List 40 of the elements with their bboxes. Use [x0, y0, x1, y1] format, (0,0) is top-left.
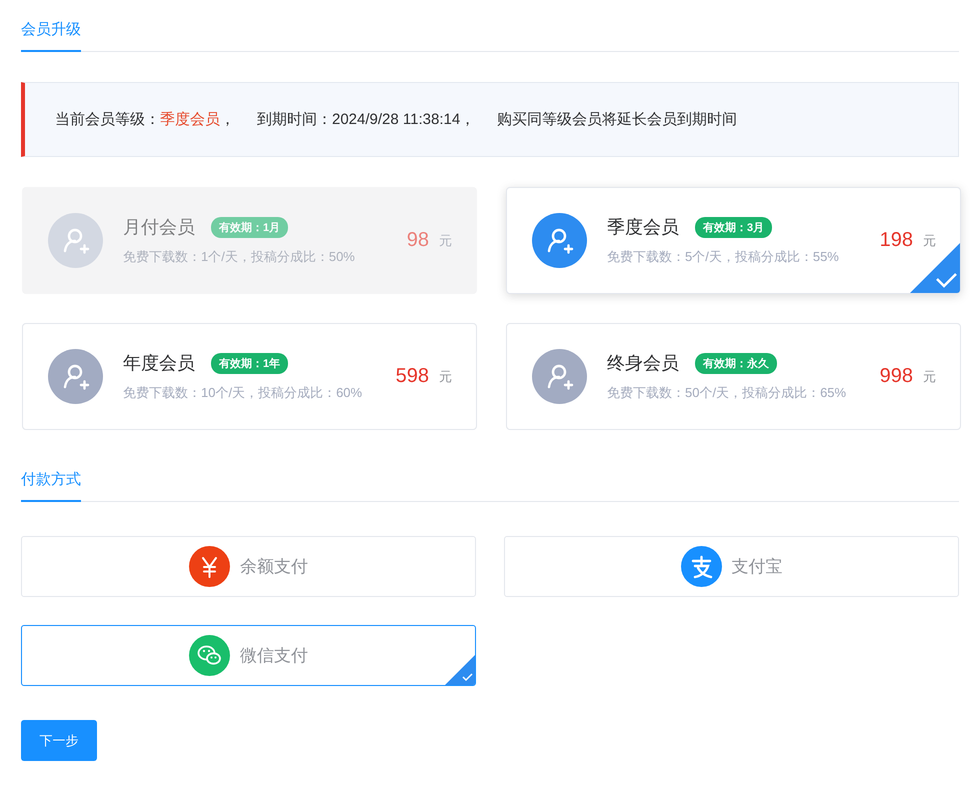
payment-option[interactable]: 微信支付 [21, 625, 476, 686]
tab[interactable]: 会员升级 [21, 14, 81, 52]
current-level-text: 当前会员等级：季度会员， [55, 110, 235, 129]
plan-benefits: 免费下载数：5个/天，投稿分成比：55% [607, 248, 840, 266]
plan-name: 月付会员 [123, 216, 195, 239]
notice-text: 购买同等级会员将延长会员到期时间 [497, 110, 738, 129]
plan-name: 年度会员 [123, 352, 195, 375]
user-add-icon [48, 349, 103, 404]
check-icon [445, 655, 475, 685]
user-add-icon [532, 213, 587, 268]
yen-icon [189, 546, 230, 587]
plan-card[interactable]: 终身会员 有效期：永久 免费下载数：50个/天，投稿分成比：65% 998 元 [506, 323, 961, 430]
plan-price: 98 [406, 229, 429, 252]
user-add-icon [48, 213, 103, 268]
plan-card[interactable]: 年度会员 有效期：1年 免费下载数：10个/天，投稿分成比：60% 598 元 [22, 323, 477, 430]
plan-price: 998 [880, 365, 913, 388]
plan-benefits: 免费下载数：1个/天，投稿分成比：50% [123, 248, 356, 266]
wechat-icon [189, 635, 230, 676]
payment-option[interactable]: 余额支付 [21, 536, 476, 597]
price-unit: 元 [923, 368, 936, 386]
payment-option[interactable]: 支付宝 [504, 536, 959, 597]
alipay-icon [680, 546, 722, 587]
plan-price: 598 [396, 365, 429, 388]
plan-name: 季度会员 [607, 216, 679, 239]
plan-price: 198 [880, 229, 913, 252]
tab[interactable]: 付款方式 [21, 464, 81, 502]
validity-badge: 有效期：1年 [211, 352, 288, 374]
validity-badge: 有效期：永久 [695, 352, 777, 374]
expiry-text: 到期时间：2024/9/28 11:38:14， [257, 110, 476, 129]
price-unit: 元 [439, 232, 452, 250]
user-add-icon [532, 349, 587, 404]
price-unit: 元 [923, 232, 936, 250]
plan-benefits: 免费下载数：10个/天，投稿分成比：60% [123, 384, 364, 402]
next-button[interactable]: 下一步 [21, 720, 97, 761]
plan-name: 终身会员 [607, 352, 679, 375]
validity-badge: 有效期：3月 [695, 216, 772, 238]
plan-card[interactable]: 季度会员 有效期：3月 免费下载数：5个/天，投稿分成比：55% 198 元 [506, 187, 961, 294]
validity-badge: 有效期：1月 [211, 216, 288, 238]
price-unit: 元 [439, 368, 452, 386]
plan-benefits: 免费下载数：50个/天，投稿分成比：65% [607, 384, 848, 402]
